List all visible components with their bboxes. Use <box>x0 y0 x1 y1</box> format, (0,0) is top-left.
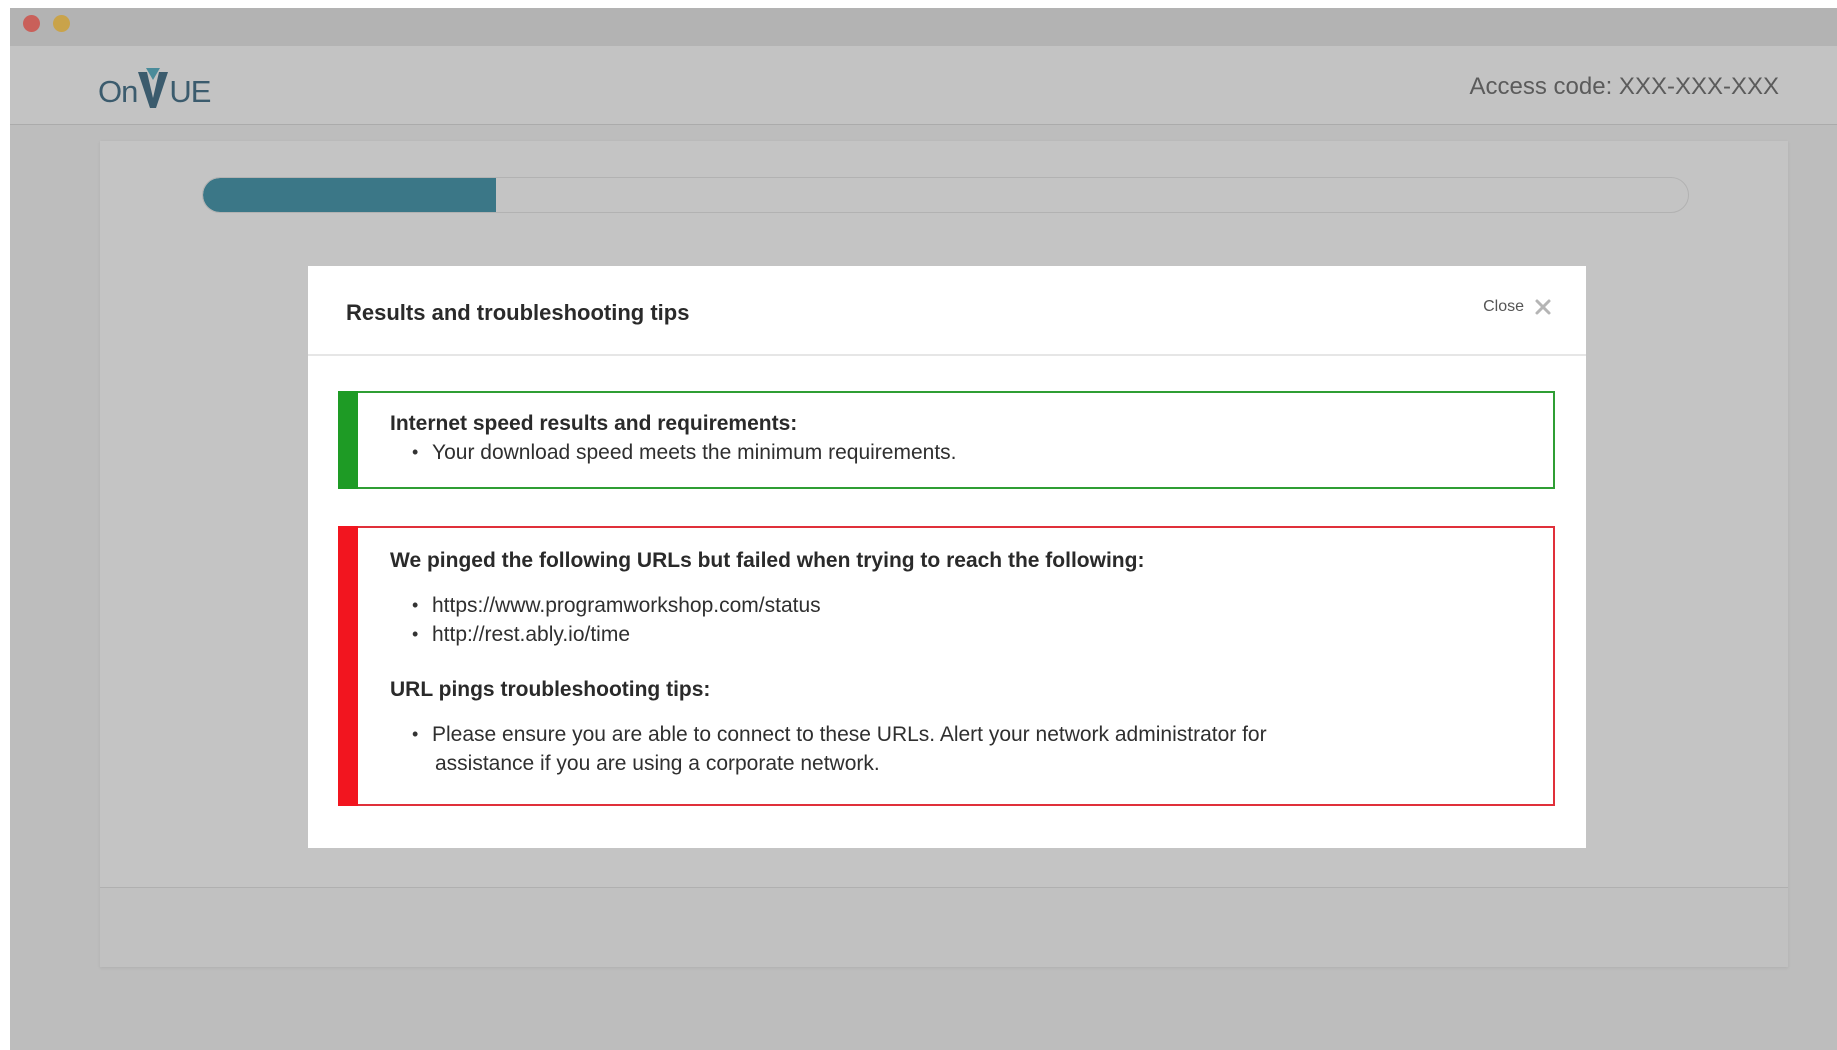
results-modal: Results and troubleshooting tips Close I… <box>308 266 1586 848</box>
failed-url-list: https://www.programworkshop.com/status h… <box>390 591 1513 649</box>
logo-text-left: On <box>98 74 138 109</box>
speed-result-content: Internet speed results and requirements:… <box>390 409 1513 467</box>
close-icon <box>1535 299 1551 315</box>
logo-v-mark-icon <box>138 68 169 108</box>
logo-text-right: UE <box>169 74 211 109</box>
url-tips-heading: URL pings troubleshooting tips: <box>390 678 711 701</box>
close-button-label: Close <box>1483 298 1524 315</box>
failure-stripe <box>338 526 358 806</box>
modal-header: Results and troubleshooting tips Close <box>308 266 1586 356</box>
modal-title: Results and troubleshooting tips <box>346 300 690 325</box>
progress-bar-fill <box>203 178 496 212</box>
failed-url-item: http://rest.ably.io/time <box>412 620 1513 649</box>
onvue-logo: On UE <box>98 66 211 110</box>
url-result-heading: We pinged the following URLs but failed … <box>390 549 1145 572</box>
close-button[interactable]: Close <box>1483 298 1552 316</box>
url-tip-item: Please ensure you are able to connect to… <box>412 720 1513 778</box>
url-result-content: We pinged the following URLs but failed … <box>390 546 1513 778</box>
speed-result-box: Internet speed results and requirements:… <box>338 391 1555 489</box>
app-header: On UE Access code: XXX-XXX-XXX <box>10 46 1837 125</box>
speed-result-heading: Internet speed results and requirements: <box>390 412 798 435</box>
url-tip-line-1: Please ensure you are able to connect to… <box>432 723 1267 746</box>
url-tip-line-2: assistance if you are using a corporate … <box>435 752 880 775</box>
panel-footer <box>100 887 1788 967</box>
url-tips-list: Please ensure you are able to connect to… <box>390 720 1513 778</box>
window-minimize-button[interactable] <box>53 15 70 32</box>
progress-bar <box>202 177 1689 213</box>
speed-result-item: Your download speed meets the minimum re… <box>412 438 1513 467</box>
failed-url-item: https://www.programworkshop.com/status <box>412 591 1513 620</box>
window-close-button[interactable] <box>23 15 40 32</box>
url-result-box: We pinged the following URLs but failed … <box>338 526 1555 806</box>
access-code-label: Access code: XXX-XXX-XXX <box>1469 73 1779 100</box>
speed-result-list: Your download speed meets the minimum re… <box>390 438 1513 467</box>
window-titlebar <box>10 8 1837 46</box>
app-window: On UE Access code: XXX-XXX-XXX Results a… <box>10 8 1837 1050</box>
success-stripe <box>338 391 358 489</box>
